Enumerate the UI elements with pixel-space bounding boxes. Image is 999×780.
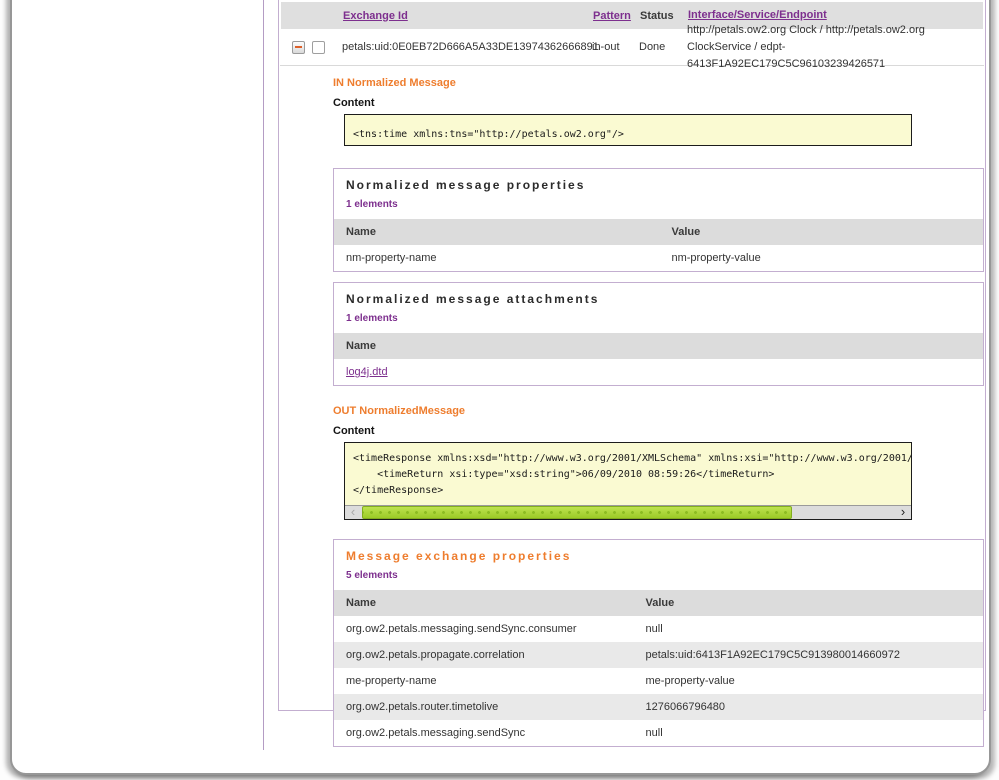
me-property-name-cell: org.ow2.petals.propagate.correlation — [334, 649, 646, 661]
out-message-content-box: <timeResponse xmlns:xsd="http://www.w3.o… — [344, 442, 912, 520]
column-header-name: Name — [334, 340, 983, 352]
me-property-value-cell: null — [646, 623, 983, 635]
nm-properties-section: Normalized message properties 1 elements… — [333, 168, 984, 272]
me-properties-title: Message exchange properties — [334, 540, 983, 563]
out-content-label: Content — [333, 425, 984, 437]
me-property-name-cell: org.ow2.petals.messaging.sendSync.consum… — [334, 623, 646, 635]
me-properties-section: Message exchange properties 5 elements N… — [333, 539, 984, 747]
me-properties-table-header: Name Value — [334, 590, 983, 616]
me-property-name-cell: me-property-name — [334, 675, 646, 687]
me-property-value-cell: petals:uid:6413F1A92EC179C5C913980014660… — [646, 649, 983, 661]
out-message-xml: <timeResponse xmlns:xsd="http://www.w3.o… — [345, 443, 911, 505]
nm-attachments-title: Normalized message attachments — [334, 283, 983, 306]
exchange-row: petals:uid:0E0EB72D666A5A33DE13974362666… — [280, 29, 984, 66]
me-property-value-cell: 1276066796480 — [646, 701, 983, 713]
scroll-left-arrow-icon[interactable]: ‹ — [345, 506, 361, 519]
me-property-name-cell: org.ow2.petals.messaging.sendSync — [334, 727, 646, 739]
nm-properties-count: 1 elements — [334, 192, 983, 219]
column-header-status: Status — [640, 10, 674, 22]
nm-property-value-cell: nm-property-value — [671, 252, 983, 264]
me-property-name-cell: org.ow2.petals.router.timetolive — [334, 701, 646, 713]
nm-attachments-section: Normalized message attachments 1 element… — [333, 282, 984, 386]
scroll-right-arrow-icon[interactable]: › — [895, 506, 911, 519]
pattern-value: in-out — [592, 41, 639, 53]
table-row: me-property-name me-property-value — [334, 668, 983, 694]
table-row: nm-property-name nm-property-value — [334, 245, 983, 271]
in-message-content-box: <tns:time xmlns:tns="http://petals.ow2.o… — [344, 114, 912, 146]
column-header-exchange-id[interactable]: Exchange Id — [343, 10, 408, 22]
sidebar-divider — [263, 0, 264, 750]
nm-property-name-cell: nm-property-name — [334, 252, 671, 264]
nm-attachments-table-header: Name — [334, 333, 983, 359]
column-header-value: Value — [671, 226, 983, 238]
nm-properties-table-header: Name Value — [334, 219, 983, 245]
me-property-value-cell: me-property-value — [646, 675, 983, 687]
in-message-title: IN Normalized Message — [333, 77, 984, 89]
column-header-pattern[interactable]: Pattern — [593, 10, 631, 22]
sidebar-panel — [12, 0, 265, 752]
table-row: org.ow2.petals.messaging.sendSync null — [334, 720, 983, 746]
in-message-xml: <tns:time xmlns:tns="http://petals.ow2.o… — [345, 115, 911, 145]
nm-attachments-count: 1 elements — [334, 306, 983, 333]
me-property-value-cell: null — [646, 727, 983, 739]
nm-properties-title: Normalized message properties — [334, 169, 983, 192]
status-value: Done — [639, 41, 687, 53]
me-properties-count: 5 elements — [334, 563, 983, 590]
in-content-label: Content — [333, 97, 984, 109]
attachment-file-link[interactable]: log4j.dtd — [346, 366, 388, 378]
column-header-interface[interactable]: Interface/Service/Endpoint — [688, 9, 827, 21]
table-row: org.ow2.petals.router.timetolive 1276066… — [334, 694, 983, 720]
column-header-name: Name — [334, 226, 671, 238]
table-row: org.ow2.petals.messaging.sendSync.consum… — [334, 616, 983, 642]
scrollbar-thumb[interactable] — [362, 506, 792, 519]
exchange-detail-panel: Exchange Id Pattern Status Interface/Ser… — [278, 0, 986, 711]
column-header-value: Value — [646, 597, 983, 609]
column-header-name: Name — [334, 597, 646, 609]
horizontal-scrollbar[interactable]: ‹ › — [345, 505, 911, 519]
interface-service-endpoint-value: http://petals.ow2.org Clock / http://pet… — [687, 22, 984, 73]
exchange-id-value: petals:uid:0E0EB72D666A5A33DE13974362666… — [342, 41, 592, 53]
minus-icon — [295, 46, 302, 48]
table-row: log4j.dtd — [334, 359, 983, 385]
table-row: org.ow2.petals.propagate.correlation pet… — [334, 642, 983, 668]
collapse-toggle-icon[interactable] — [292, 41, 305, 54]
exchange-row-checkbox[interactable] — [312, 41, 325, 54]
out-message-title: OUT NormalizedMessage — [333, 405, 984, 417]
